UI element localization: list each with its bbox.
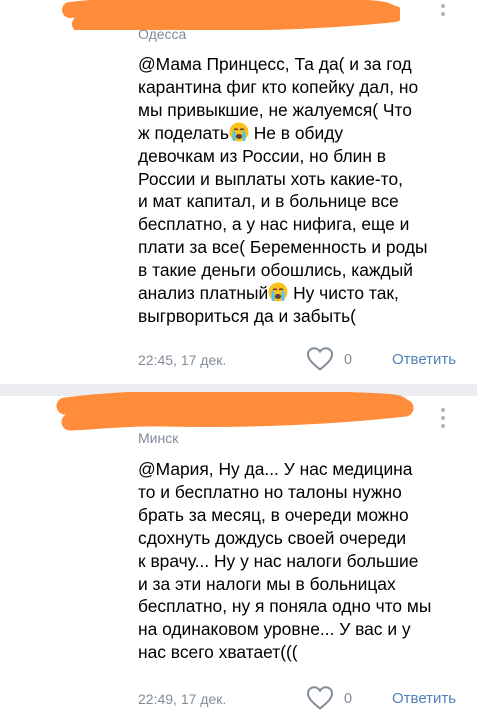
reply-button[interactable]: Ответить <box>392 351 456 368</box>
heart-outline-icon <box>306 686 334 710</box>
comment-author-city: Одесса <box>138 26 187 42</box>
more-dots-icon <box>441 4 445 8</box>
crying-face-emoji-icon <box>229 122 249 142</box>
comment-timestamp: 22:49, 17 дек. <box>138 691 227 707</box>
crying-face-emoji-icon <box>268 282 288 302</box>
more-options-button[interactable] <box>437 4 449 20</box>
more-options-button[interactable] <box>437 408 449 432</box>
comment-text: @Мария, Ну да... У нас медицина то и бес… <box>138 459 432 663</box>
comment-item: Одесса @Мама Принцесс, Та да( и за год к… <box>0 0 477 384</box>
like-button[interactable] <box>306 346 334 372</box>
more-dot <box>441 12 445 16</box>
reply-button[interactable]: Ответить <box>392 690 456 707</box>
more-dots-icon <box>441 408 445 412</box>
like-count: 0 <box>344 352 353 368</box>
more-dot <box>441 416 445 420</box>
comment-author-city: Минск <box>138 430 179 446</box>
like-count: 0 <box>344 691 353 707</box>
comment-text: @Мама Принцесс, Та да( и за год карантин… <box>138 53 448 328</box>
name-redaction-scribble <box>56 392 414 431</box>
heart-outline-icon <box>306 347 334 371</box>
more-dot <box>441 424 445 428</box>
comment-timestamp: 22:45, 17 дек. <box>138 352 227 368</box>
comment-text-part: Не в обиду девочкам из России, но блин в… <box>138 122 428 304</box>
comment-item: Минск @Мария, Ну да... У нас медицина то… <box>0 384 477 713</box>
like-button[interactable] <box>306 685 334 711</box>
name-redaction-scribble <box>62 0 400 30</box>
